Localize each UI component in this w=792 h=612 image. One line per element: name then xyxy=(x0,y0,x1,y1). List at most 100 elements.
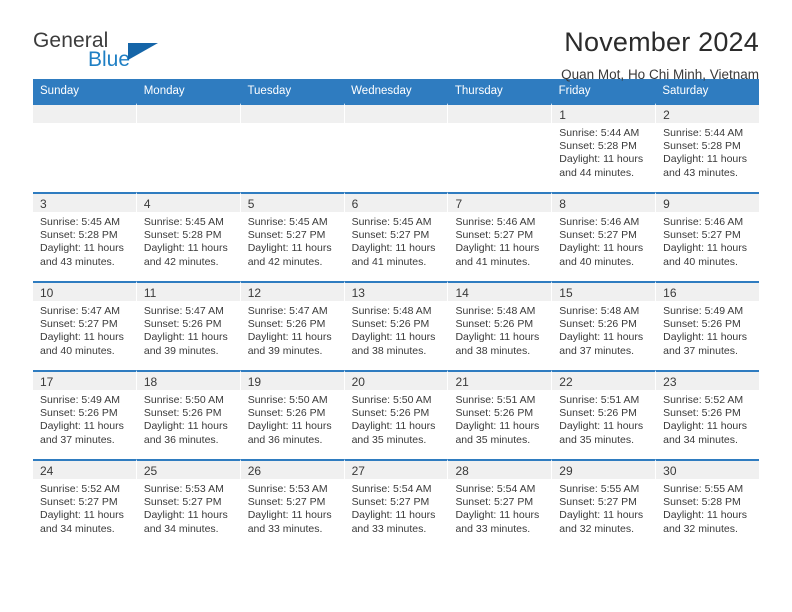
page-title: November 2024 xyxy=(564,27,759,57)
day-cell[interactable]: 10 Sunrise: 5:47 AM Sunset: 5:27 PM Dayligh… xyxy=(33,281,137,370)
daylight-text-line1: Daylight: 11 hours xyxy=(455,420,540,433)
daylight-text-line2: and 37 minutes. xyxy=(663,344,738,357)
daylight-text-line1: Daylight: 11 hours xyxy=(351,242,436,255)
day-cell[interactable]: 1 Sunrise: 5:44 AM Sunset: 5:28 PM Daylight… xyxy=(552,103,657,192)
sunrise-text: Sunrise: 5:52 AM xyxy=(663,394,744,406)
day-number-band: 26 xyxy=(240,461,344,479)
sunrise-text: Sunrise: 5:49 AM xyxy=(40,394,120,406)
day-number-band: 4 xyxy=(136,194,240,212)
day-cell[interactable]: 14 Sunrise: 5:48 AM Sunset: 5:26 PM Dayligh… xyxy=(448,281,553,370)
daylight-text-line1: Daylight: 11 hours xyxy=(143,509,228,522)
day-cell[interactable]: 12 Sunrise: 5:47 AM Sunset: 5:26 PM Dayligh… xyxy=(240,281,345,370)
day-info: Sunrise: 5:54 AM Sunset: 5:27 PM Daylight:… xyxy=(448,479,551,536)
day-cell[interactable]: 13 Sunrise: 5:48 AM Sunset: 5:26 PM Dayligh… xyxy=(344,281,449,370)
day-cell[interactable]: 18 Sunrise: 5:50 AM Sunset: 5:26 PM Dayligh… xyxy=(136,370,241,459)
sunset-text: Sunset: 5:27 PM xyxy=(351,496,430,509)
daylight-text-line2: and 39 minutes. xyxy=(247,344,323,357)
daylight-text-line2: and 43 minutes. xyxy=(40,255,115,268)
day-number-band: 7 xyxy=(448,194,552,212)
day-cell[interactable]: 20 Sunrise: 5:50 AM Sunset: 5:26 PM Dayligh… xyxy=(344,370,449,459)
day-cell[interactable]: 6 Sunrise: 5:45 AM Sunset: 5:27 PM Daylight… xyxy=(344,192,449,281)
calendar-grid: Sunday Monday Tuesday Wednesday Thursday… xyxy=(33,79,760,548)
general-blue-logo[interactable]: General Blue xyxy=(33,27,233,70)
sunset-text: Sunset: 5:26 PM xyxy=(143,318,222,331)
daylight-text-line2: and 42 minutes. xyxy=(247,255,323,268)
day-cell[interactable]: 29 Sunrise: 5:55 AM Sunset: 5:27 PM Dayligh… xyxy=(552,459,657,548)
sunrise-text: Sunrise: 5:44 AM xyxy=(663,127,744,139)
sunrise-text: Sunrise: 5:51 AM xyxy=(455,394,536,406)
daylight-text-line2: and 35 minutes. xyxy=(351,433,427,446)
day-number: 30 xyxy=(663,464,677,478)
day-cell[interactable]: 9 Sunrise: 5:46 AM Sunset: 5:27 PM Daylight… xyxy=(656,192,760,281)
daylight-text-line1: Daylight: 11 hours xyxy=(40,242,124,255)
day-info: Sunrise: 5:44 AM Sunset: 5:28 PM Daylight:… xyxy=(656,123,759,180)
day-cell[interactable]: 11 Sunrise: 5:47 AM Sunset: 5:26 PM Dayligh… xyxy=(136,281,241,370)
daylight-text-line1: Daylight: 11 hours xyxy=(559,509,644,522)
day-cell[interactable]: 28 Sunrise: 5:54 AM Sunset: 5:27 PM Dayligh… xyxy=(448,459,553,548)
day-cell[interactable]: 23 Sunrise: 5:52 AM Sunset: 5:26 PM Dayligh… xyxy=(656,370,760,459)
sunset-text: Sunset: 5:28 PM xyxy=(663,496,741,509)
sunrise-text: Sunrise: 5:51 AM xyxy=(559,394,640,406)
day-cell-empty xyxy=(448,103,553,192)
daylight-text-line2: and 36 minutes. xyxy=(143,433,219,446)
sunset-text: Sunset: 5:26 PM xyxy=(559,318,637,331)
daylight-text-line2: and 32 minutes. xyxy=(559,522,635,535)
weekday-saturday: Saturday xyxy=(662,85,709,97)
day-cell-empty xyxy=(240,103,345,192)
day-number-band: 1 xyxy=(552,105,656,123)
day-number-band: 25 xyxy=(136,461,240,479)
day-number: 25 xyxy=(143,464,158,478)
day-number: 6 xyxy=(351,197,359,211)
daylight-text-line1: Daylight: 11 hours xyxy=(455,509,540,522)
weeks-container: 1 Sunrise: 5:44 AM Sunset: 5:28 PM Daylight… xyxy=(33,103,760,548)
day-cell[interactable]: 21 Sunrise: 5:51 AM Sunset: 5:26 PM Dayligh… xyxy=(448,370,553,459)
sunrise-text: Sunrise: 5:45 AM xyxy=(351,216,432,228)
day-number-band xyxy=(448,105,552,123)
day-cell[interactable]: 30 Sunrise: 5:55 AM Sunset: 5:28 PM Dayligh… xyxy=(656,459,760,548)
day-number-band: 12 xyxy=(240,283,344,301)
day-cell[interactable]: 24 Sunrise: 5:52 AM Sunset: 5:27 PM Dayligh… xyxy=(33,459,137,548)
day-cell[interactable]: 3 Sunrise: 5:45 AM Sunset: 5:28 PM Daylight… xyxy=(33,192,137,281)
day-info: Sunrise: 5:45 AM Sunset: 5:27 PM Daylight:… xyxy=(345,212,448,269)
day-cell[interactable]: 4 Sunrise: 5:45 AM Sunset: 5:28 PM Daylight… xyxy=(136,192,241,281)
daylight-text-line2: and 38 minutes. xyxy=(455,344,531,357)
sunrise-text: Sunrise: 5:46 AM xyxy=(559,216,640,228)
day-cell[interactable]: 7 Sunrise: 5:46 AM Sunset: 5:27 PM Daylight… xyxy=(448,192,553,281)
sunrise-text: Sunrise: 5:46 AM xyxy=(455,216,536,228)
sunset-text: Sunset: 5:26 PM xyxy=(559,407,637,420)
day-number-band: 30 xyxy=(656,461,760,479)
daylight-text-line1: Daylight: 11 hours xyxy=(663,331,748,344)
day-cell[interactable]: 19 Sunrise: 5:50 AM Sunset: 5:26 PM Dayligh… xyxy=(240,370,345,459)
daylight-text-line1: Daylight: 11 hours xyxy=(143,420,228,433)
sunrise-text: Sunrise: 5:45 AM xyxy=(143,216,224,228)
day-number-band: 13 xyxy=(344,283,448,301)
sunset-text: Sunset: 5:26 PM xyxy=(455,407,534,420)
daylight-text-line1: Daylight: 11 hours xyxy=(663,153,748,166)
day-info: Sunrise: 5:46 AM Sunset: 5:27 PM Daylight:… xyxy=(552,212,655,269)
day-cell[interactable]: 27 Sunrise: 5:54 AM Sunset: 5:27 PM Dayligh… xyxy=(344,459,449,548)
sunset-text: Sunset: 5:27 PM xyxy=(143,496,222,509)
day-number: 14 xyxy=(455,286,469,300)
day-cell[interactable]: 22 Sunrise: 5:51 AM Sunset: 5:26 PM Dayligh… xyxy=(552,370,657,459)
day-number-band xyxy=(344,105,448,123)
daylight-text-line2: and 36 minutes. xyxy=(247,433,323,446)
sunrise-text: Sunrise: 5:49 AM xyxy=(663,305,744,317)
day-number-band: 18 xyxy=(136,372,240,390)
daylight-text-line2: and 35 minutes. xyxy=(559,433,635,446)
day-cell[interactable]: 25 Sunrise: 5:53 AM Sunset: 5:27 PM Dayligh… xyxy=(136,459,241,548)
weekday-header-row: Sunday Monday Tuesday Wednesday Thursday… xyxy=(33,79,759,103)
day-cell[interactable]: 15 Sunrise: 5:48 AM Sunset: 5:26 PM Dayligh… xyxy=(552,281,657,370)
day-info: Sunrise: 5:46 AM Sunset: 5:27 PM Daylight:… xyxy=(448,212,551,269)
day-cell[interactable]: 5 Sunrise: 5:45 AM Sunset: 5:27 PM Daylight… xyxy=(240,192,345,281)
day-cell[interactable]: 8 Sunrise: 5:46 AM Sunset: 5:27 PM Daylight… xyxy=(552,192,657,281)
day-info: Sunrise: 5:48 AM Sunset: 5:26 PM Daylight:… xyxy=(345,301,448,358)
day-cell[interactable]: 16 Sunrise: 5:49 AM Sunset: 5:26 PM Dayligh… xyxy=(656,281,760,370)
daylight-text-line2: and 42 minutes. xyxy=(143,255,219,268)
day-number-band: 9 xyxy=(656,194,760,212)
daylight-text-line1: Daylight: 11 hours xyxy=(663,420,748,433)
day-cell[interactable]: 26 Sunrise: 5:53 AM Sunset: 5:27 PM Dayligh… xyxy=(240,459,345,548)
day-info: Sunrise: 5:46 AM Sunset: 5:27 PM Daylight:… xyxy=(656,212,759,269)
sunset-text: Sunset: 5:27 PM xyxy=(559,229,637,242)
day-cell[interactable]: 2 Sunrise: 5:44 AM Sunset: 5:28 PM Daylight… xyxy=(656,103,760,192)
day-cell[interactable]: 17 Sunrise: 5:49 AM Sunset: 5:26 PM Dayligh… xyxy=(33,370,137,459)
